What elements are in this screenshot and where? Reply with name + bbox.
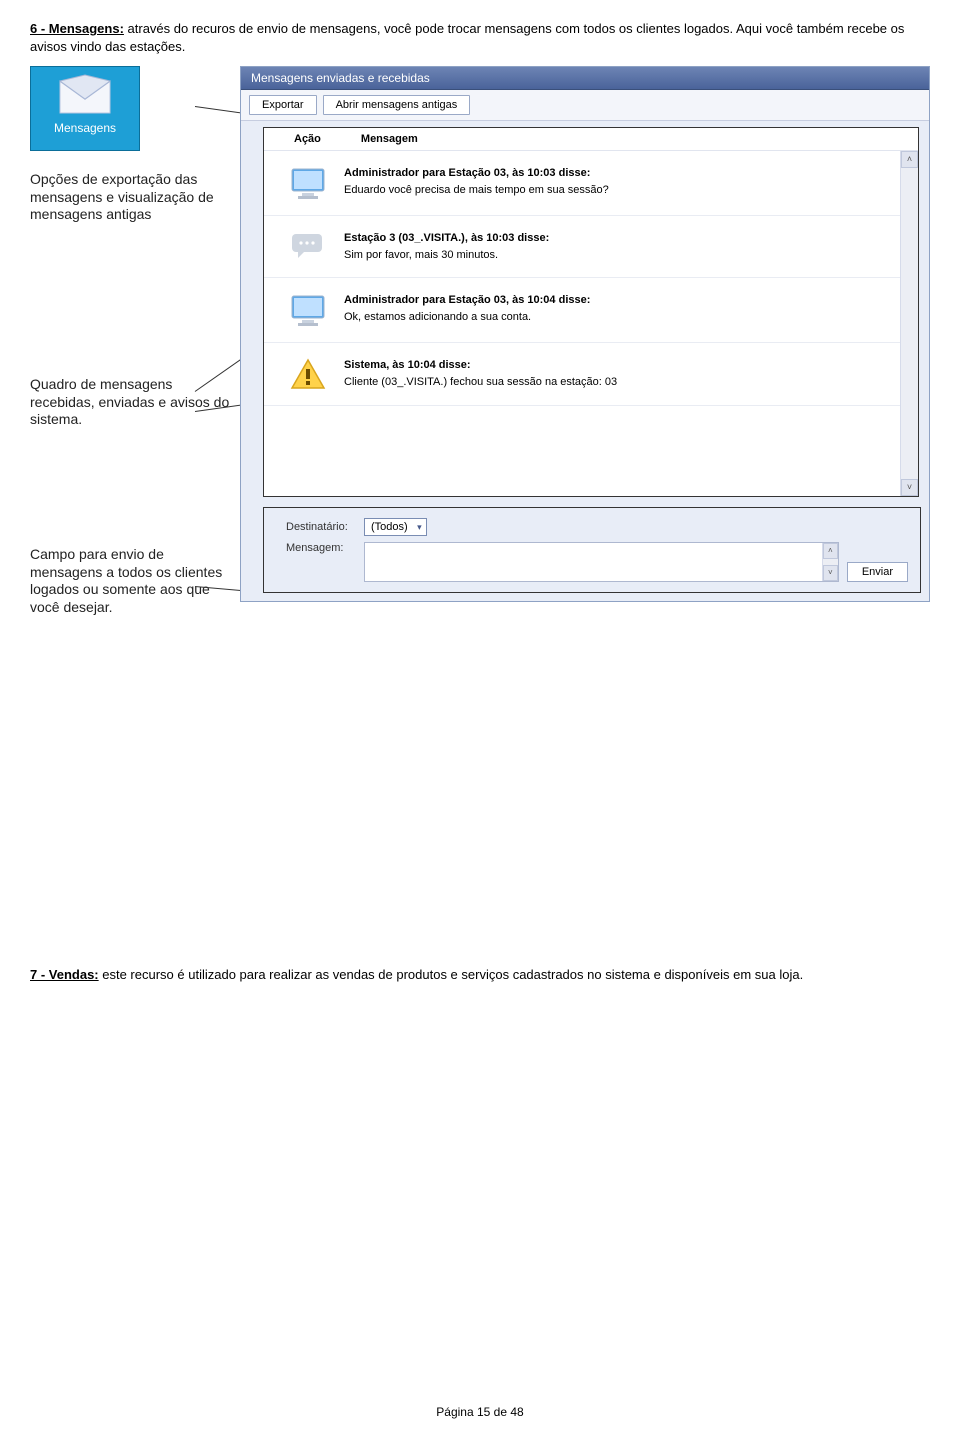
message-text: Estação 3 (03_.VISITA.), às 10:03 disse:… xyxy=(344,230,549,263)
message-row: Mensagem: ˄ ˅ Enviar xyxy=(286,542,908,582)
section6-body: através do recuros de envio de mensagens… xyxy=(30,21,904,54)
section6-heading: 6 - Mensagens: xyxy=(30,21,124,36)
message-text: Sistema, às 10:04 disse:Cliente (03_.VIS… xyxy=(344,357,617,390)
scroll-down-icon[interactable]: ˅ xyxy=(823,565,838,581)
message-text: Administrador para Estação 03, às 10:03 … xyxy=(344,165,609,198)
message-body: Eduardo você precisa de mais tempo em su… xyxy=(344,182,609,199)
section7-heading: 7 - Vendas: xyxy=(30,967,99,982)
message-header: Administrador para Estação 03, às 10:04 … xyxy=(344,292,590,309)
panel-toolbar: Exportar Abrir mensagens antigas xyxy=(241,90,929,121)
monitor-icon xyxy=(288,165,328,201)
monitor-icon xyxy=(288,292,328,328)
envelope-icon xyxy=(55,73,115,117)
message-list: Ação Mensagem Administrador para Estação… xyxy=(263,127,919,497)
message-header: Sistema, às 10:04 disse: xyxy=(344,357,617,374)
page-footer: Página 15 de 48 xyxy=(30,1405,930,1439)
textarea-scrollbar[interactable]: ˄ ˅ xyxy=(822,543,838,581)
scroll-down-icon[interactable]: ˅ xyxy=(901,479,918,496)
section7-intro: 7 - Vendas: este recurso é utilizado par… xyxy=(30,966,930,984)
col-action: Ação xyxy=(294,133,321,145)
message-body: Sim por favor, mais 30 minutos. xyxy=(344,247,549,264)
message-row: Administrador para Estação 03, às 10:04 … xyxy=(264,278,918,343)
panel-title: Mensagens enviadas e recebidas xyxy=(241,67,929,90)
warn-icon xyxy=(288,357,328,391)
bubble-icon xyxy=(288,230,328,262)
destination-row: Destinatário: (Todos) ▾ xyxy=(286,518,908,536)
message-label: Mensagem: xyxy=(286,542,356,554)
annotation-export: Opções de exportação das mensagens e vis… xyxy=(30,171,230,224)
message-body: Cliente (03_.VISITA.) fechou sua sessão … xyxy=(344,374,617,391)
list-scrollbar[interactable]: ˄ ˅ xyxy=(900,151,918,496)
rows-container: Administrador para Estação 03, às 10:03 … xyxy=(264,151,918,496)
message-body: Ok, estamos adicionando a sua conta. xyxy=(344,309,590,326)
chevron-down-icon: ▾ xyxy=(417,522,422,533)
messages-panel: Mensagens enviadas e recebidas Exportar … xyxy=(240,66,930,602)
annotation-board: Quadro de mensagens recebidas, enviadas … xyxy=(30,376,230,429)
card-label: Mensagens xyxy=(31,121,139,135)
col-message: Mensagem xyxy=(361,133,418,145)
send-button[interactable]: Enviar xyxy=(847,562,908,582)
message-header: Estação 3 (03_.VISITA.), às 10:03 disse: xyxy=(344,230,549,247)
send-area: Destinatário: (Todos) ▾ Mensagem: ˄ ˅ En xyxy=(263,507,921,593)
message-row: Estação 3 (03_.VISITA.), às 10:03 disse:… xyxy=(264,216,918,278)
section7-body: este recurso é utilizado para realizar a… xyxy=(99,967,804,982)
destination-select[interactable]: (Todos) ▾ xyxy=(364,518,427,536)
message-header: Administrador para Estação 03, às 10:03 … xyxy=(344,165,609,182)
scroll-up-icon[interactable]: ˄ xyxy=(823,543,838,559)
section6-intro: 6 - Mensagens: através do recuros de env… xyxy=(30,20,930,56)
scroll-up-icon[interactable]: ˄ xyxy=(901,151,918,168)
message-row: Administrador para Estação 03, às 10:03 … xyxy=(264,151,918,216)
list-header: Ação Mensagem xyxy=(264,128,918,151)
message-text: Administrador para Estação 03, às 10:04 … xyxy=(344,292,590,325)
mensagens-sidebar-card: Mensagens xyxy=(30,66,140,151)
destination-value: (Todos) xyxy=(371,521,408,533)
message-textarea[interactable]: ˄ ˅ xyxy=(364,542,839,582)
annotation-send: Campo para envio de mensagens a todos os… xyxy=(30,546,230,616)
screenshot-layout: Mensagens Opções de exportação das mensa… xyxy=(30,66,930,706)
export-button[interactable]: Exportar xyxy=(249,95,317,115)
message-row: Sistema, às 10:04 disse:Cliente (03_.VIS… xyxy=(264,343,918,406)
destination-label: Destinatário: xyxy=(286,521,356,533)
open-old-messages-button[interactable]: Abrir mensagens antigas xyxy=(323,95,471,115)
